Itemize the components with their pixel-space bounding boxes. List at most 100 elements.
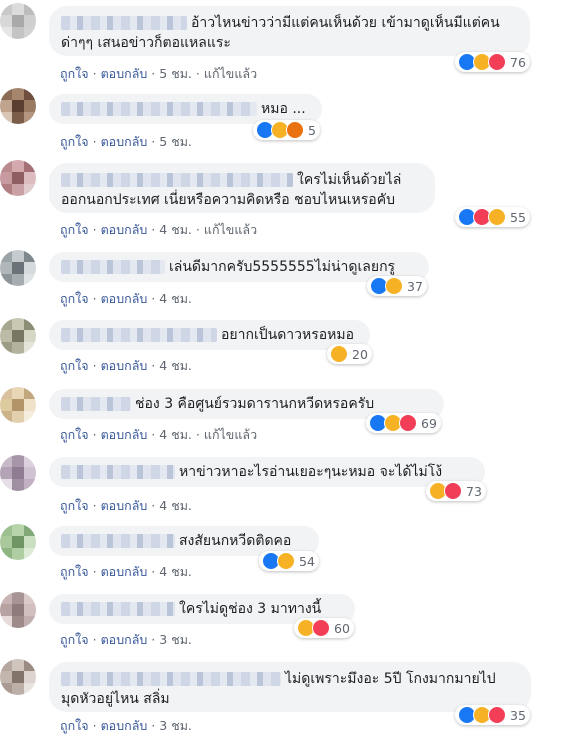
avatar[interactable]	[0, 387, 36, 423]
timestamp[interactable]: 3 ชม.	[159, 632, 192, 647]
edited-label[interactable]: แก้ไขแล้ว	[204, 427, 257, 442]
comment-actions: ถูกใจ · ตอบกลับ · 3 ชม.	[60, 630, 192, 650]
comment-actions: ถูกใจ · ตอบกลับ · 4 ชม. · แก้ไขแล้ว	[60, 220, 257, 240]
separator: ·	[92, 66, 97, 81]
avatar[interactable]	[0, 318, 36, 354]
avatar[interactable]	[0, 160, 36, 196]
haha-icon	[385, 277, 403, 295]
reply-link[interactable]: ตอบกลับ	[101, 427, 148, 442]
timestamp[interactable]: 4 ชม.	[159, 427, 192, 442]
timestamp[interactable]: 4 ชม.	[159, 358, 192, 373]
timestamp[interactable]: 5 ชม.	[159, 66, 192, 81]
timestamp[interactable]: 4 ชม.	[159, 222, 192, 237]
timestamp[interactable]: 4 ชม.	[159, 498, 192, 513]
timestamp[interactable]: 3 ชม.	[159, 718, 192, 733]
reply-link[interactable]: ตอบกลับ	[101, 718, 148, 733]
love-icon	[488, 53, 506, 71]
reply-link[interactable]: ตอบกลับ	[101, 632, 148, 647]
reaction-count: 35	[510, 707, 526, 723]
comment-bubble: ใครไม่เห็นด้วยไล่ออกนอกประเทศ เนี่ยหรือค…	[49, 163, 435, 213]
reaction-count: 60	[334, 620, 350, 636]
commenter-name[interactable]	[61, 602, 175, 616]
like-link[interactable]: ถูกใจ	[60, 358, 89, 373]
reply-link[interactable]: ตอบกลับ	[101, 222, 148, 237]
edited-label[interactable]: แก้ไขแล้ว	[204, 66, 257, 81]
like-link[interactable]: ถูกใจ	[60, 632, 89, 647]
separator: ·	[92, 291, 97, 306]
comment-text: ใครไม่ดูช่อง 3 มาทางนี้	[179, 601, 322, 617]
reaction-count: 69	[421, 415, 437, 431]
reaction-count: 5	[308, 122, 316, 138]
like-link[interactable]: ถูกใจ	[60, 134, 89, 149]
commenter-name[interactable]	[61, 260, 165, 274]
comment-text: หมอ ...	[261, 101, 306, 117]
reaction-summary[interactable]: 60	[294, 618, 354, 638]
separator: ·	[92, 498, 97, 513]
reaction-summary[interactable]: 20	[327, 344, 372, 364]
separator: ·	[151, 427, 156, 442]
love-icon	[488, 706, 506, 724]
reply-link[interactable]: ตอบกลับ	[101, 291, 148, 306]
comment-text: หาข่าวหาอะไรอ่านเยอะๆนะหมอ จะได้ไม่โง้	[179, 464, 443, 480]
separator: ·	[151, 134, 156, 149]
commenter-name[interactable]	[61, 672, 281, 686]
reaction-summary[interactable]: 55	[455, 207, 530, 227]
comment-actions: ถูกใจ · ตอบกลับ · 3 ชม.	[60, 716, 192, 736]
timestamp[interactable]: 5 ชม.	[159, 134, 192, 149]
reaction-summary[interactable]: 37	[367, 276, 427, 296]
comment-actions: ถูกใจ · ตอบกลับ · 4 ชม. · แก้ไขแล้ว	[60, 425, 257, 445]
avatar[interactable]	[0, 659, 36, 695]
reply-link[interactable]: ตอบกลับ	[101, 358, 148, 373]
reaction-count: 76	[510, 54, 526, 70]
comment-actions: ถูกใจ · ตอบกลับ · 4 ชม.	[60, 356, 192, 376]
separator: ·	[195, 222, 200, 237]
comment-actions: ถูกใจ · ตอบกลับ · 5 ชม.	[60, 132, 192, 152]
comment-bubble: หาข่าวหาอะไรอ่านเยอะๆนะหมอ จะได้ไม่โง้	[49, 457, 485, 487]
reply-link[interactable]: ตอบกลับ	[101, 134, 148, 149]
avatar[interactable]	[0, 3, 36, 39]
edited-label[interactable]: แก้ไขแล้ว	[204, 222, 257, 237]
commenter-name[interactable]	[61, 465, 175, 479]
love-icon	[399, 414, 417, 432]
avatar[interactable]	[0, 455, 36, 491]
avatar[interactable]	[0, 88, 36, 124]
reaction-summary[interactable]: 76	[455, 52, 530, 72]
timestamp[interactable]: 4 ชม.	[159, 564, 192, 579]
separator: ·	[151, 564, 156, 579]
like-link[interactable]: ถูกใจ	[60, 427, 89, 442]
like-link[interactable]: ถูกใจ	[60, 222, 89, 237]
commenter-name[interactable]	[61, 16, 187, 30]
reaction-count: 54	[299, 553, 315, 569]
commenter-name[interactable]	[61, 173, 293, 187]
reply-link[interactable]: ตอบกลับ	[101, 66, 148, 81]
commenter-name[interactable]	[61, 102, 257, 116]
commenter-name[interactable]	[61, 397, 131, 411]
reaction-count: 73	[466, 483, 482, 499]
like-link[interactable]: ถูกใจ	[60, 718, 89, 733]
commenter-name[interactable]	[61, 328, 217, 342]
separator: ·	[151, 66, 156, 81]
separator: ·	[92, 222, 97, 237]
reaction-count: 20	[352, 346, 368, 362]
commenter-name[interactable]	[61, 534, 175, 548]
reaction-summary[interactable]: 54	[259, 551, 319, 571]
like-link[interactable]: ถูกใจ	[60, 564, 89, 579]
comment-actions: ถูกใจ · ตอบกลับ · 4 ชม.	[60, 496, 192, 516]
reaction-count: 55	[510, 209, 526, 225]
reaction-summary[interactable]: 73	[426, 481, 486, 501]
separator: ·	[195, 427, 200, 442]
separator: ·	[92, 632, 97, 647]
timestamp[interactable]: 4 ชม.	[159, 291, 192, 306]
reply-link[interactable]: ตอบกลับ	[101, 498, 148, 513]
like-link[interactable]: ถูกใจ	[60, 291, 89, 306]
reply-link[interactable]: ตอบกลับ	[101, 564, 148, 579]
reaction-summary[interactable]: 69	[366, 413, 441, 433]
reaction-summary[interactable]: 35	[455, 705, 530, 725]
avatar[interactable]	[0, 524, 36, 560]
reaction-summary[interactable]: 5	[253, 120, 320, 140]
like-link[interactable]: ถูกใจ	[60, 66, 89, 81]
like-link[interactable]: ถูกใจ	[60, 498, 89, 513]
avatar[interactable]	[0, 592, 36, 628]
avatar[interactable]	[0, 250, 36, 286]
comment-bubble: อ้าวไหนข่าวว่ามีแต่คนเห็นด้วย เข้ามาดูเห…	[49, 6, 530, 56]
